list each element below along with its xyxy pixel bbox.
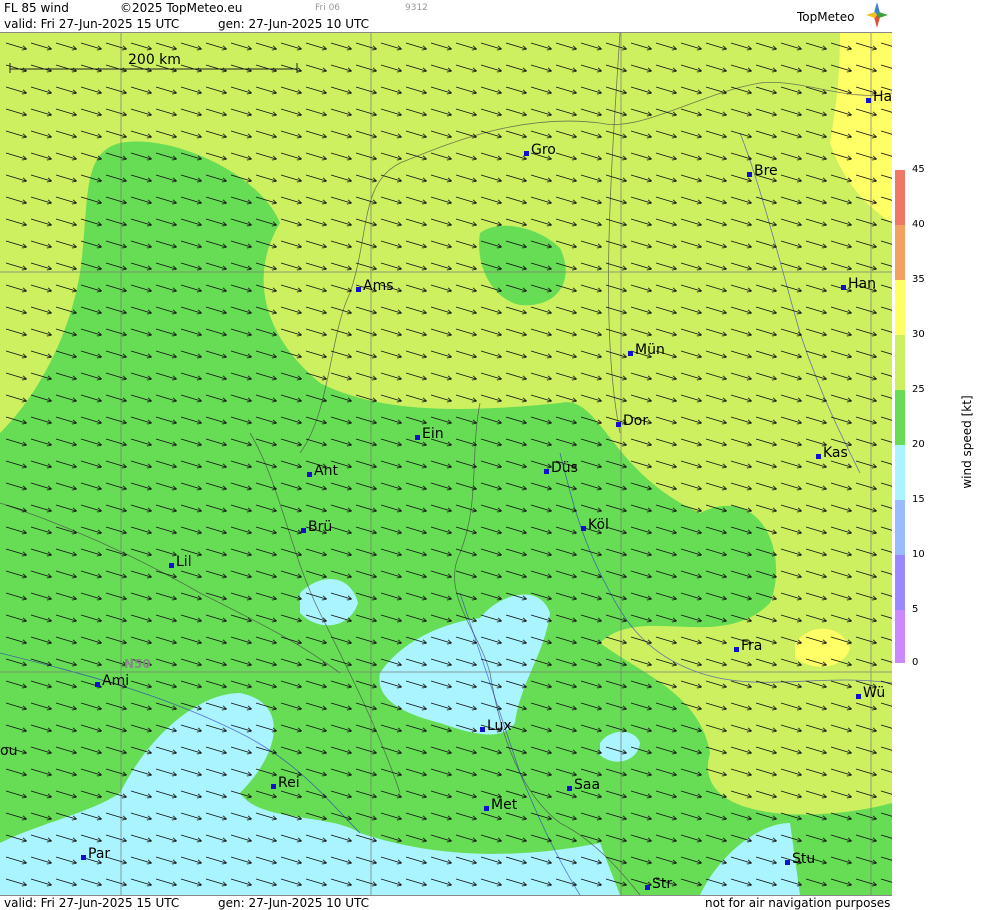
- legend-tick: 30: [912, 329, 925, 340]
- city-label: Gro: [524, 142, 556, 158]
- city-label: Par: [81, 846, 110, 862]
- map-title: FL 85 wind: [4, 1, 69, 15]
- legend-band-20-25: [895, 390, 905, 445]
- city-label: Lux: [480, 718, 512, 734]
- city-label: Bre: [747, 163, 778, 179]
- header-bar: FL 85 wind ©2025 TopMeteo.eu Fri 06 9312…: [0, 0, 892, 33]
- city-label: Mün: [628, 342, 665, 358]
- city-label: Stu: [785, 851, 815, 867]
- disclaimer-text: not for air navigation purposes: [705, 896, 891, 910]
- small-code-text: 9312: [405, 3, 428, 13]
- city-label: Ant: [307, 463, 338, 479]
- legend-tick: 5: [912, 604, 919, 615]
- legend-band-0-5: [895, 610, 905, 663]
- city-label: Kas: [816, 445, 848, 461]
- city-label: Fra: [734, 638, 762, 654]
- city-label: Düs: [544, 460, 578, 476]
- legend-band-25-30: [895, 335, 905, 390]
- city-label: ou: [0, 743, 18, 759]
- latitude-label: N50: [124, 657, 151, 671]
- compass-logo-icon: [866, 2, 888, 28]
- footer-generated-time: gen: 27-Jun-2025 10 UTC: [218, 896, 370, 910]
- city-label: Ein: [415, 426, 444, 442]
- city-label: Met: [484, 797, 517, 813]
- legend-tick: 0: [912, 657, 919, 668]
- legend-band-30-35: [895, 280, 905, 335]
- city-label: Wü: [856, 685, 885, 701]
- footer-valid-time: valid: Fri 27-Jun-2025 15 UTC: [4, 896, 180, 910]
- city-label: Lil: [169, 554, 192, 570]
- city-label: Köl: [581, 517, 609, 533]
- legend-tick: 10: [912, 549, 925, 560]
- city-label: Dor: [616, 413, 648, 429]
- city-label: Ami: [95, 673, 129, 689]
- city-label: Rei: [271, 775, 300, 791]
- city-label: Str: [645, 876, 672, 892]
- legend-band-15-20: [895, 445, 905, 500]
- scale-label: 200 km: [128, 52, 181, 68]
- legend-tick: 25: [912, 384, 925, 395]
- generated-time: gen: 27-Jun-2025 10 UTC: [218, 17, 370, 31]
- city-label: Ams: [356, 278, 394, 294]
- legend-band-40-45: [895, 170, 905, 225]
- city-label: Brü: [301, 519, 332, 535]
- legend-tick: 35: [912, 274, 925, 285]
- legend-tick: 40: [912, 219, 925, 230]
- legend-tick: 20: [912, 439, 925, 450]
- legend-tick: 15: [912, 494, 925, 505]
- city-label: Ha: [866, 89, 892, 105]
- wind-speed-legend: 45 40 35 30 25 20 15 10 5 0 wind speed […: [892, 0, 983, 909]
- city-label: Han: [841, 276, 876, 292]
- legend-band-35-40: [895, 225, 905, 280]
- footer-bar: valid: Fri 27-Jun-2025 15 UTC gen: 27-Ju…: [0, 895, 892, 910]
- small-day-text: Fri 06: [315, 3, 341, 13]
- copyright-text: ©2025 TopMeteo.eu: [120, 1, 243, 15]
- city-label: Saa: [567, 777, 600, 793]
- legend-title: wind speed [kt]: [960, 395, 974, 489]
- topmeteo-logo: TopMeteo: [797, 10, 855, 24]
- legend-band-10-15: [895, 500, 905, 555]
- legend-band-5-10: [895, 555, 905, 610]
- legend-tick: 45: [912, 164, 925, 175]
- wind-map[interactable]: 200 km N50 Ha Gro Bre Ams Han Mün Dor Ei…: [0, 33, 892, 895]
- valid-time: valid: Fri 27-Jun-2025 15 UTC: [4, 17, 180, 31]
